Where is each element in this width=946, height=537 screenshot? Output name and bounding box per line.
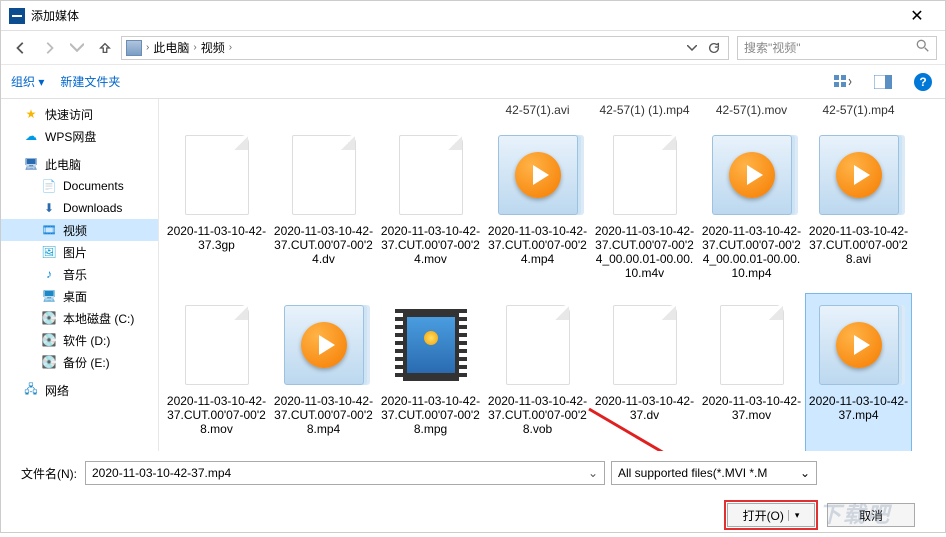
toolbar: 组织 ▾ 新建文件夹 ?	[1, 65, 945, 99]
sidebar-item-videos[interactable]: 🎞视频	[1, 219, 158, 241]
file-item[interactable]: 2020-11-03-10-42-37.dv	[591, 293, 698, 451]
sidebar-item-pc[interactable]: 🖥此电脑	[1, 153, 158, 175]
back-button[interactable]	[9, 36, 33, 60]
file-item[interactable]: 2020-11-03-10-42-37.CUT.00'07-00'24.dv	[270, 123, 377, 293]
preview-pane-button[interactable]	[871, 70, 895, 94]
file-icon	[292, 135, 356, 215]
sidebar-item-wps[interactable]: ☁WPS网盘	[1, 125, 158, 147]
document-icon: 📄	[41, 178, 57, 194]
chevron-down-icon[interactable]: ⌄	[588, 466, 598, 480]
filename-input[interactable]: 2020-11-03-10-42-37.mp4⌄	[85, 461, 605, 485]
help-button[interactable]: ?	[911, 70, 935, 94]
address-dropdown[interactable]	[682, 38, 702, 58]
organize-menu[interactable]: 组织 ▾	[11, 73, 44, 90]
crumb-pc[interactable]: 此电脑	[153, 39, 189, 56]
file-item[interactable]: 2020-11-03-10-42-37.mov	[698, 293, 805, 451]
file-icon	[506, 305, 570, 385]
file-item[interactable]: 2020-11-03-10-42-37.CUT.00'07-00'28.mov	[163, 293, 270, 451]
file-item[interactable]: 2020-11-03-10-42-37.3gp	[163, 123, 270, 293]
search-placeholder: 搜索"视频"	[744, 39, 801, 56]
cloud-icon: ☁	[23, 128, 39, 144]
chevron-down-icon[interactable]: ⌄	[800, 466, 810, 480]
chevron-right-icon: ›	[229, 42, 232, 53]
sidebar-item-disk-c[interactable]: 💽本地磁盘 (C:)	[1, 307, 158, 329]
split-dropdown-icon[interactable]: ▾	[788, 510, 800, 521]
crumb-videos[interactable]: 视频	[201, 39, 225, 56]
sidebar-item-documents[interactable]: 📄Documents	[1, 175, 158, 197]
filename-label: 文件名(N):	[15, 465, 85, 482]
file-item[interactable]: 2020-11-03-10-42-37.CUT.00'07-00'24_00.0…	[591, 123, 698, 293]
main-area: ★快速访问 ☁WPS网盘 🖥此电脑 📄Documents ⬇Downloads …	[1, 99, 945, 451]
media-icon	[819, 135, 899, 215]
sidebar-item-disk-d[interactable]: 💽软件 (D:)	[1, 329, 158, 351]
filetype-filter[interactable]: All supported files(*.MVI *.M⌄	[611, 461, 817, 485]
search-input[interactable]: 搜索"视频"	[737, 36, 937, 60]
chevron-right-icon: ›	[146, 42, 149, 53]
media-icon	[284, 305, 364, 385]
file-icon	[185, 305, 249, 385]
chevron-right-icon: ›	[193, 42, 196, 53]
sidebar-item-music[interactable]: ♪音乐	[1, 263, 158, 285]
media-icon	[712, 135, 792, 215]
sidebar-item-downloads[interactable]: ⬇Downloads	[1, 197, 158, 219]
new-folder-button[interactable]: 新建文件夹	[60, 73, 120, 90]
file-icon	[399, 135, 463, 215]
sidebar-item-pictures[interactable]: 🖼图片	[1, 241, 158, 263]
search-icon	[916, 39, 930, 56]
picture-icon: 🖼	[41, 244, 57, 260]
close-icon[interactable]: ✕	[897, 6, 937, 26]
address-bar[interactable]: › 此电脑 › 视频 ›	[121, 36, 729, 60]
watermark: 下载吧	[819, 497, 891, 529]
desktop-icon: 🖥	[41, 288, 57, 304]
sidebar-item-network[interactable]: 🖧网络	[1, 379, 158, 401]
file-icon	[720, 305, 784, 385]
file-item[interactable]: 2020-11-03-10-42-37.CUT.00'07-00'28.avi	[805, 123, 912, 293]
view-mode-button[interactable]	[831, 70, 855, 94]
disk-icon: 💽	[41, 332, 57, 348]
disk-icon: 💽	[41, 354, 57, 370]
file-item[interactable]: 2020-11-03-10-42-37.CUT.00'07-00'24.mp4	[484, 123, 591, 293]
network-icon: 🖧	[23, 382, 39, 398]
film-icon	[403, 309, 459, 381]
app-icon	[9, 8, 25, 24]
footer: 文件名(N): 2020-11-03-10-42-37.mp4⌄ All sup…	[1, 451, 945, 537]
media-icon	[819, 305, 899, 385]
disk-icon: 💽	[41, 310, 57, 326]
star-icon: ★	[23, 106, 39, 122]
nav-bar: › 此电脑 › 视频 › 搜索"视频"	[1, 31, 945, 65]
sidebar-item-disk-e[interactable]: 💽备份 (E:)	[1, 351, 158, 373]
file-item[interactable]: 2020-11-03-10-42-37.CUT.00'07-00'24.mov	[377, 123, 484, 293]
download-icon: ⬇	[41, 200, 57, 216]
pc-icon: 🖥	[23, 156, 39, 172]
media-icon	[498, 135, 578, 215]
file-pane: 42-57(1).avi 42-57(1) (1).mp4 42-57(1).m…	[159, 99, 945, 451]
prev-row: 42-57(1).avi 42-57(1) (1).mp4 42-57(1).m…	[163, 103, 941, 123]
file-item-selected[interactable]: 2020-11-03-10-42-37.mp4	[805, 293, 912, 451]
sidebar: ★快速访问 ☁WPS网盘 🖥此电脑 📄Documents ⬇Downloads …	[1, 99, 159, 451]
file-item[interactable]: 2020-11-03-10-42-37.CUT.00'07-00'28.vob	[484, 293, 591, 451]
file-icon	[613, 135, 677, 215]
file-icon	[185, 135, 249, 215]
refresh-button[interactable]	[704, 38, 724, 58]
file-item[interactable]: 2020-11-03-10-42-37.CUT.00'07-00'24_00.0…	[698, 123, 805, 293]
file-item[interactable]: 2020-11-03-10-42-37.CUT.00'07-00'28.mpg	[377, 293, 484, 451]
open-button[interactable]: 打开(O)▾	[727, 503, 815, 527]
file-icon	[613, 305, 677, 385]
title-bar: 添加媒体 ✕	[1, 1, 945, 31]
sidebar-item-desktop[interactable]: 🖥桌面	[1, 285, 158, 307]
location-icon	[126, 40, 142, 56]
recent-dropdown[interactable]	[65, 36, 89, 60]
sidebar-item-quick[interactable]: ★快速访问	[1, 103, 158, 125]
up-button[interactable]	[93, 36, 117, 60]
video-icon: 🎞	[41, 222, 57, 238]
file-item[interactable]: 2020-11-03-10-42-37.CUT.00'07-00'28.mp4	[270, 293, 377, 451]
window-title: 添加媒体	[31, 7, 897, 24]
music-icon: ♪	[41, 266, 57, 282]
forward-button[interactable]	[37, 36, 61, 60]
